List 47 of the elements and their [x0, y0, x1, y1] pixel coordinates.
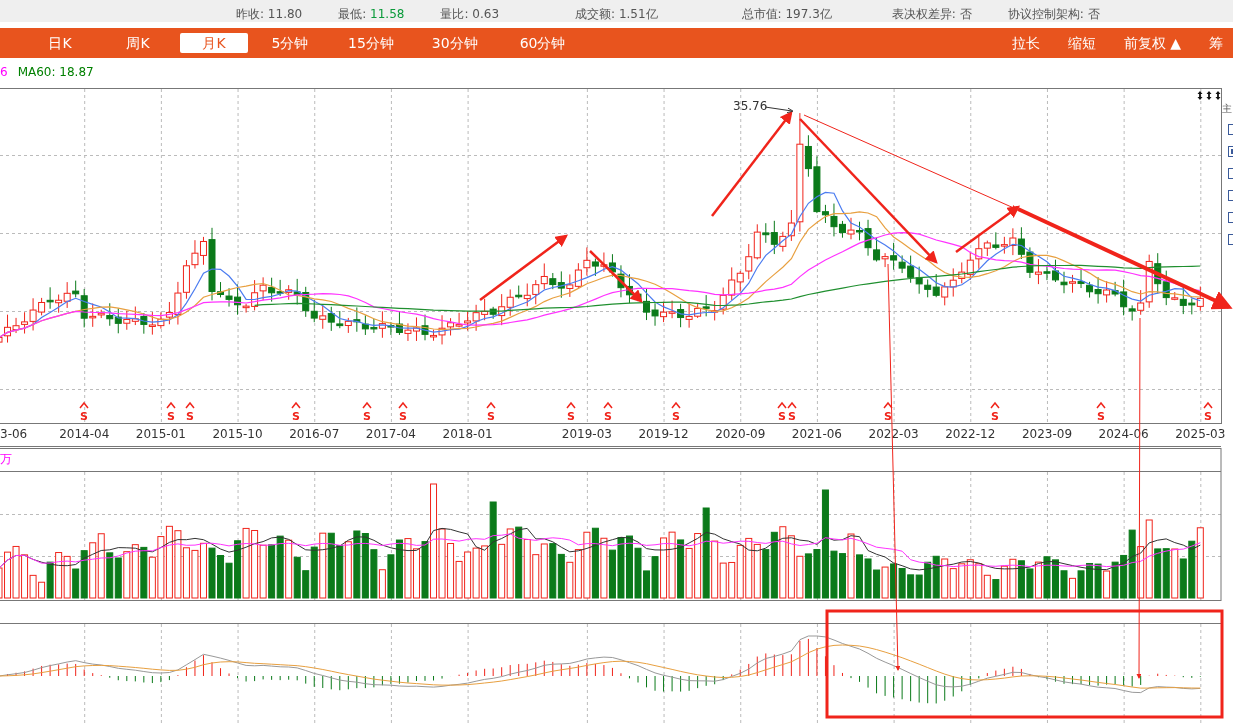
legend-text: MA60: 18.87 [17, 64, 94, 81]
period-tab[interactable]: 月K [180, 33, 248, 53]
checkbox[interactable] [1228, 168, 1233, 179]
axis-label: 2018-01 [442, 427, 493, 441]
axis-label: 2019-12 [638, 427, 689, 441]
quote-stat: 量比: 0.63 [440, 7, 499, 22]
period-tab[interactable]: 30分钟 [421, 33, 488, 53]
axis-label: 2023-09 [1021, 427, 1073, 441]
period-tab[interactable]: 5分钟 [260, 33, 320, 53]
trend-arrow [589, 250, 643, 303]
quote-stat: 昨收: 11.80 [236, 7, 303, 22]
checkbox[interactable] [1228, 190, 1233, 201]
period-tab[interactable]: 15分钟 [338, 33, 404, 53]
checkbox[interactable] [1228, 124, 1233, 135]
axis-label: 3-06 [0, 427, 28, 441]
expand-icon[interactable] [1197, 91, 1203, 100]
period-tab[interactable]: 60分钟 [509, 33, 576, 53]
volume-unit-label: 万 [0, 452, 12, 466]
axis-label: 2022-12 [945, 427, 996, 441]
expand-icon[interactable] [1215, 91, 1221, 100]
axis-label: 2016-07 [289, 427, 340, 441]
period-tab[interactable]: 周K [108, 33, 168, 53]
checkbox[interactable] [1228, 234, 1233, 245]
axis-label: 2015-10 [212, 427, 263, 441]
quote-stat: 成交额: 1.51亿 [575, 7, 658, 22]
checkbox[interactable] [1228, 146, 1233, 157]
axis-label: 2019-03 [561, 427, 612, 441]
chart-tool-button[interactable]: 筹 [1199, 33, 1233, 53]
axis-label: 2020-09 [715, 427, 766, 441]
expand-icon[interactable] [1206, 91, 1212, 100]
checkbox[interactable] [1228, 212, 1233, 223]
chart-tool-button[interactable]: 拉长 [1001, 33, 1050, 53]
axis-label: 2021-06 [791, 427, 842, 441]
axis-label: 2017-04 [365, 427, 416, 441]
quote-stat: 协议控制架构: 否 [1007, 7, 1100, 22]
side-label: 主 [1222, 103, 1232, 114]
legend-text: 6 [0, 64, 8, 81]
quote-stat: 总市值: 197.3亿 [741, 7, 832, 22]
quote-stat: 表决权差异: 否 [891, 7, 972, 22]
peak-price-label: 35.76 [733, 99, 768, 113]
chart-tool-button[interactable]: 缩短 [1057, 33, 1106, 53]
axis-label: 2015-01 [135, 427, 186, 441]
chart-tool-button[interactable]: 前复权 ▲ [1113, 33, 1191, 53]
axis-label: 2025-03 [1175, 427, 1226, 441]
period-tab[interactable]: 日K [30, 33, 90, 53]
axis-label: 2014-04 [59, 427, 110, 441]
quote-stat: 最低: 11.58 [338, 7, 405, 22]
